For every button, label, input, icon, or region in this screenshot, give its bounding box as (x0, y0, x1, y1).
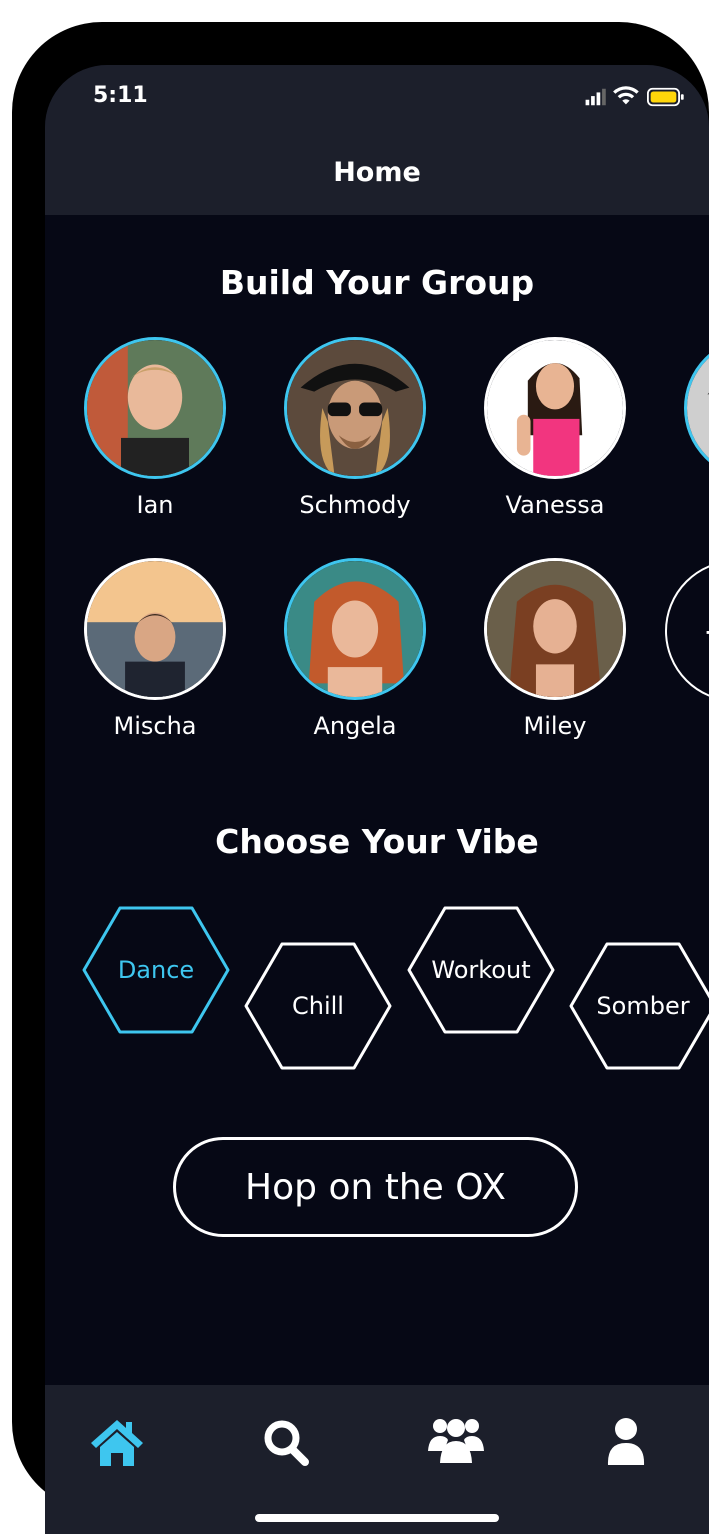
avatar (684, 337, 709, 479)
app-screen: 5:11 Home Build Your Group Ian Schmody V… (45, 65, 709, 1534)
vibe-chill[interactable]: Chill (243, 941, 393, 1071)
avatar (84, 337, 226, 479)
mischa-photo (87, 561, 223, 697)
wifi-icon (613, 86, 639, 105)
profile-icon (607, 1418, 645, 1465)
friend-ian[interactable]: Ian (80, 337, 230, 519)
avatar (284, 558, 426, 700)
friend-miley[interactable]: Miley (480, 558, 630, 740)
friend-name: Angela (313, 712, 397, 740)
friend-partial[interactable] (680, 337, 709, 491)
vibe-section-title: Choose Your Vibe (215, 822, 539, 861)
friend-schmody[interactable]: Schmody (280, 337, 430, 519)
friend-name: Ian (136, 491, 174, 519)
avatar (84, 558, 226, 700)
vanessa-photo (487, 340, 623, 476)
status-bar: 5:11 (45, 65, 709, 135)
battery-icon (647, 87, 684, 107)
plus-icon: + (703, 612, 709, 652)
vibe-label: Chill (292, 992, 344, 1020)
friend-mischa[interactable]: Mischa (80, 558, 230, 740)
group-icon (428, 1419, 484, 1463)
friend-angela[interactable]: Angela (280, 558, 430, 740)
status-icons (585, 86, 684, 107)
search-icon (264, 1420, 309, 1466)
ian-photo (87, 340, 223, 476)
vibe-dance[interactable]: Dance (81, 905, 231, 1035)
tab-profile[interactable] (596, 1411, 656, 1471)
friend-name: Schmody (299, 491, 411, 519)
status-time: 5:11 (93, 83, 148, 108)
nav-bar: Home (45, 135, 709, 215)
vibe-workout[interactable]: Workout (406, 905, 556, 1035)
vibe-label: Workout (431, 956, 531, 984)
friend-vanessa[interactable]: Vanessa (480, 337, 630, 519)
add-friend-button[interactable]: + (665, 560, 709, 702)
group-section-title: Build Your Group (219, 263, 535, 302)
hop-on-button[interactable]: Hop on the OX (173, 1137, 578, 1237)
avatar (484, 337, 626, 479)
schmody-photo (287, 340, 423, 476)
avatar (484, 558, 626, 700)
miley-photo (487, 561, 623, 697)
home-icon (91, 1420, 143, 1466)
page-title: Home (333, 157, 421, 188)
angela-photo (287, 561, 423, 697)
tab-group[interactable] (426, 1411, 486, 1471)
avatar (284, 337, 426, 479)
friend-name: Vanessa (505, 491, 605, 519)
vibe-label: Dance (117, 956, 195, 984)
tab-search[interactable] (257, 1411, 317, 1471)
signal-icon (585, 88, 606, 106)
partial-friend-photo (687, 340, 709, 476)
friend-name: Miley (523, 712, 587, 740)
vibe-somber[interactable]: Somber (568, 941, 709, 1071)
vibe-label: Somber (596, 992, 690, 1020)
phone-frame: 5:11 Home Build Your Group Ian Schmody V… (12, 22, 709, 1534)
tab-home[interactable] (87, 1411, 147, 1471)
friend-name: Mischa (113, 712, 197, 740)
home-indicator[interactable] (255, 1514, 499, 1522)
